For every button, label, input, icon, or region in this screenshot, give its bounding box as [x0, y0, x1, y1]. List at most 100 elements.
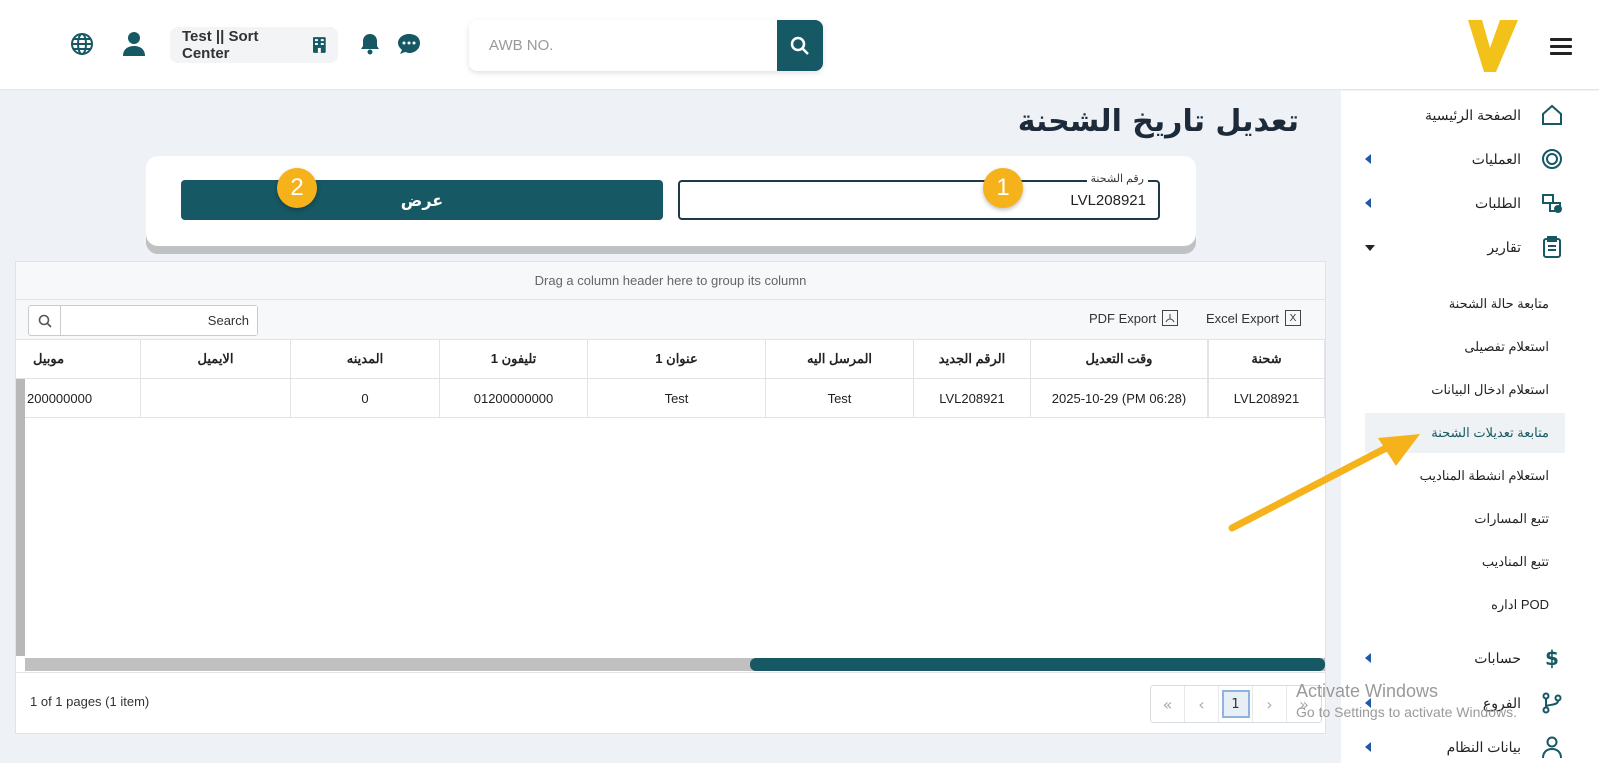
- prev-page-icon[interactable]: ‹: [1185, 686, 1219, 722]
- show-button[interactable]: عرض: [181, 180, 663, 220]
- chat-icon[interactable]: [394, 29, 424, 59]
- chevron-down-icon: [1365, 245, 1375, 251]
- bell-icon[interactable]: [355, 29, 385, 59]
- column-header-city[interactable]: المدينه: [291, 340, 440, 378]
- grid-toolbar: PDF Export Excel Export X: [16, 300, 1325, 340]
- search-icon: [790, 36, 809, 55]
- awb-search: [469, 20, 823, 71]
- sidebar-item-label: حسابات: [1474, 649, 1521, 666]
- horizontal-scrollbar[interactable]: [25, 658, 1325, 671]
- cell-phone: 01200000000: [440, 379, 588, 417]
- results-grid: Drag a column header here to group its c…: [15, 261, 1326, 734]
- scrollbar-thumb[interactable]: [750, 658, 1325, 671]
- watermark-line-1: Activate Windows: [1296, 681, 1439, 701]
- pdf-export-label: PDF Export: [1089, 310, 1157, 326]
- watermark-line-2: Go to Settings to activate Windows.: [1296, 704, 1517, 720]
- shipment-number-label: رقم الشحنة: [1086, 172, 1148, 185]
- next-page-icon[interactable]: ›: [1253, 686, 1287, 722]
- chevron-left-icon: [1365, 653, 1371, 663]
- column-header-phone[interactable]: 1 تليفون: [440, 340, 588, 378]
- dollar-icon: $: [1545, 646, 1559, 670]
- step-badge-2: 2: [277, 168, 317, 208]
- pdf-export-button[interactable]: PDF Export: [1089, 310, 1179, 326]
- sidebar-subitem-pod-management[interactable]: اداره POD: [1365, 585, 1565, 625]
- cell-new-number: LVL208921: [914, 379, 1031, 417]
- cell-address: Test: [588, 379, 766, 417]
- brand-logo[interactable]: [1466, 18, 1522, 74]
- shipment-number-field: رقم الشحنة: [678, 172, 1160, 220]
- sidebar-item-reports[interactable]: تقارير: [1341, 227, 1599, 267]
- sidebar-item-label: العمليات: [1471, 150, 1521, 167]
- awb-search-input[interactable]: [469, 20, 777, 71]
- excel-export-label: Excel Export: [1206, 310, 1279, 326]
- sidebar-item-label: الطلبات: [1475, 194, 1521, 211]
- sidebar: الصفحة الرئيسية العمليات الطلبات تقارير …: [1341, 91, 1599, 763]
- table-header: شحنة وقت التعديل الرقم الجديد المرسل الي…: [16, 340, 1325, 379]
- page-title: تعديل تاريخ الشحنة: [1017, 104, 1299, 139]
- user-profile-icon[interactable]: [119, 29, 149, 59]
- filter-card: عرض رقم الشحنة 2 1: [146, 156, 1196, 246]
- search-icon: [29, 306, 61, 335]
- sidebar-item-label: تقارير: [1487, 238, 1521, 255]
- awb-search-button[interactable]: [777, 20, 823, 71]
- new-badge-icon: [1539, 146, 1565, 172]
- sidebar-subitem-detailed-query[interactable]: استعلام تفصيلى: [1365, 327, 1565, 367]
- cell-city: 0: [291, 379, 440, 417]
- windows-watermark: Activate Windows Go to Settings to activ…: [1296, 681, 1517, 720]
- shipment-number-input[interactable]: [680, 182, 1158, 218]
- menu-toggle-icon[interactable]: [1550, 38, 1572, 56]
- grid-search: [28, 305, 258, 336]
- boxes-icon: [1539, 190, 1565, 216]
- table-row[interactable]: LVL208921 2025-10-29 (PM 06:28) LVL20892…: [16, 379, 1325, 418]
- excel-export-button[interactable]: Excel Export X: [1206, 310, 1301, 326]
- column-header-consignee[interactable]: المرسل اليه: [766, 340, 914, 378]
- sidebar-subitem-shipment-edits[interactable]: متابعة تعديلات الشحنة: [1365, 413, 1565, 453]
- column-header-new-number[interactable]: الرقم الجديد: [914, 340, 1031, 378]
- pager-info: 1 of 1 pages (1 item): [30, 694, 150, 709]
- sidebar-item-label: الصفحة الرئيسية: [1424, 106, 1521, 123]
- sidebar-item-orders[interactable]: الطلبات: [1341, 183, 1599, 223]
- branch-selector-label: Test || Sort Center: [182, 28, 259, 62]
- chevron-left-icon: [1365, 198, 1371, 208]
- sidebar-subitem-shipment-status[interactable]: متابعة حالة الشحنة: [1365, 284, 1565, 324]
- building-icon: [313, 37, 326, 53]
- column-header-mobile[interactable]: موبيل: [25, 340, 141, 378]
- user-icon: [1539, 734, 1565, 760]
- top-header: Test || Sort Center: [0, 0, 1599, 90]
- sidebar-subitem-route-tracking[interactable]: تتبع المسارات: [1365, 499, 1565, 539]
- cell-consignee: Test: [766, 379, 914, 417]
- branch-icon: [1539, 690, 1565, 716]
- chevron-left-icon: [1365, 154, 1371, 164]
- column-header-edit-time[interactable]: وقت التعديل: [1031, 340, 1208, 378]
- group-panel: Drag a column header here to group its c…: [16, 262, 1325, 300]
- cell-shipment: LVL208921: [1208, 379, 1325, 417]
- page-number: 1: [1221, 690, 1250, 718]
- sidebar-item-system-data[interactable]: بيانات النظام: [1341, 727, 1599, 763]
- chevron-left-icon: [1365, 742, 1371, 752]
- sidebar-subitem-data-entry-query[interactable]: استعلام ادخال البيانات: [1365, 370, 1565, 410]
- column-header-shipment[interactable]: شحنة: [1208, 340, 1325, 378]
- sidebar-item-accounts[interactable]: حسابات $: [1341, 638, 1599, 678]
- pdf-icon: [1162, 310, 1179, 326]
- sidebar-subitem-courier-activity[interactable]: استعلام انشطة المناديب: [1365, 456, 1565, 496]
- sidebar-item-operations[interactable]: العمليات: [1341, 139, 1599, 179]
- cell-email: [141, 379, 291, 417]
- page-button-current[interactable]: 1: [1219, 686, 1253, 722]
- column-header-address[interactable]: 1 عنوان: [588, 340, 766, 378]
- grid-left-edge: [16, 379, 25, 656]
- branch-selector[interactable]: Test || Sort Center: [170, 27, 338, 63]
- sidebar-subitem-courier-tracking[interactable]: تتبع المناديب: [1365, 542, 1565, 582]
- home-icon: [1539, 102, 1565, 128]
- cell-edit-time: 2025-10-29 (PM 06:28): [1031, 379, 1208, 417]
- sidebar-item-label: بيانات النظام: [1446, 738, 1521, 755]
- clipboard-icon: [1539, 234, 1565, 260]
- excel-icon: X: [1284, 310, 1301, 326]
- column-header-email[interactable]: الايميل: [141, 340, 291, 378]
- grid-search-input[interactable]: [62, 306, 257, 335]
- pager-area: 1 of 1 pages (1 item) « ‹ 1 › »: [16, 672, 1325, 733]
- step-badge-1: 1: [983, 168, 1023, 208]
- first-page-icon[interactable]: «: [1151, 686, 1185, 722]
- globe-icon[interactable]: [67, 29, 97, 59]
- cell-mobile: 200000000: [25, 379, 141, 417]
- sidebar-item-home[interactable]: الصفحة الرئيسية: [1341, 95, 1599, 135]
